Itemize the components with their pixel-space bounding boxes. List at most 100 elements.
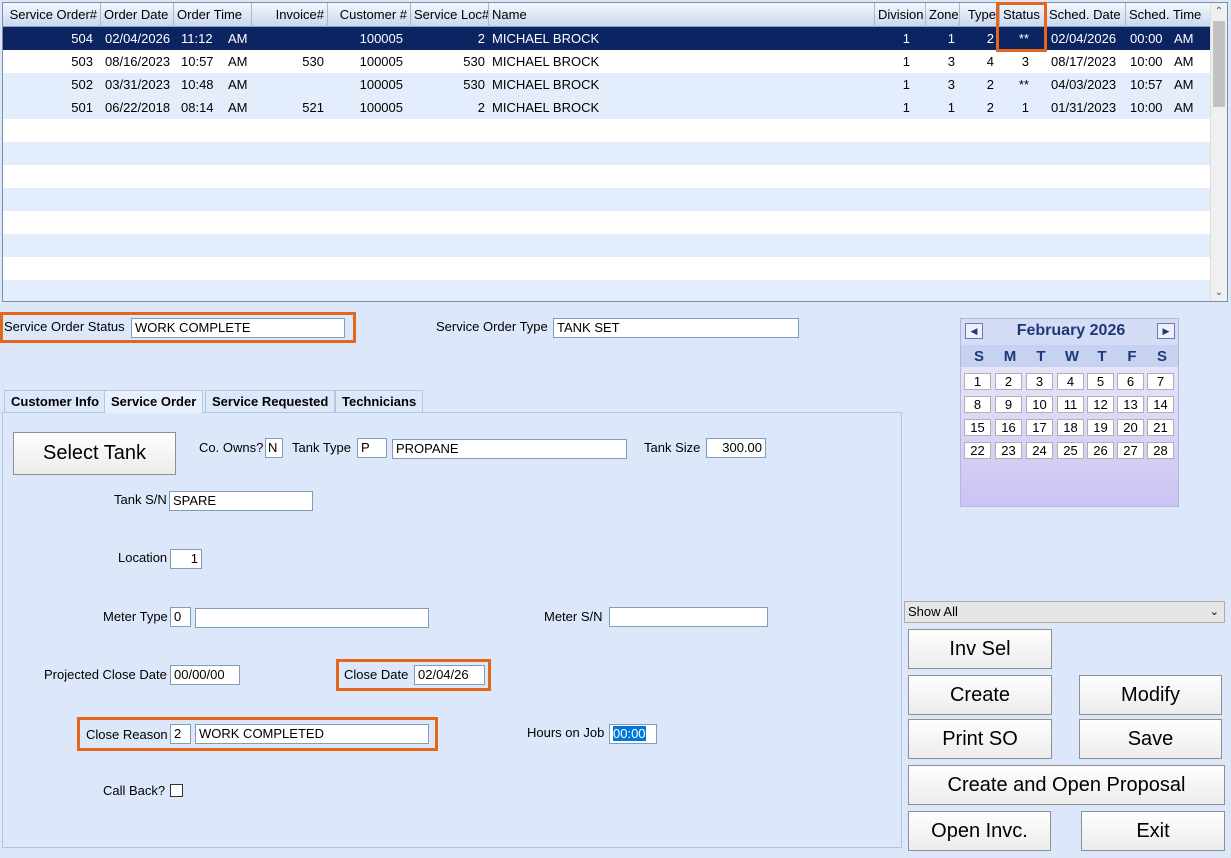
calendar-day[interactable]: 5: [1087, 373, 1114, 390]
co-owns-field[interactable]: N: [265, 438, 283, 458]
print-so-button[interactable]: Print SO: [908, 719, 1052, 759]
col-name[interactable]: Name: [489, 3, 875, 27]
cell-invoice: 521: [302, 100, 324, 115]
tank-type-name-field[interactable]: PROPANE: [392, 439, 627, 459]
tank-type-label: Tank Type: [292, 440, 352, 455]
chevron-down-icon: ⌄: [1209, 606, 1219, 618]
tab-service-requested[interactable]: Service Requested: [205, 390, 336, 412]
col-division[interactable]: Division: [875, 3, 926, 27]
calendar-day[interactable]: 4: [1057, 373, 1084, 390]
col-customer[interactable]: Customer #: [328, 3, 411, 27]
calendar-day[interactable]: 21: [1147, 419, 1174, 436]
calendar-day[interactable]: 6: [1117, 373, 1144, 390]
calendar-day[interactable]: 28: [1147, 442, 1174, 459]
col-service-loc[interactable]: Service Loc#: [411, 3, 489, 27]
col-order-time[interactable]: Order Time: [174, 3, 252, 27]
calendar-day[interactable]: 26: [1087, 442, 1114, 459]
scroll-up-icon[interactable]: ⌃: [1211, 3, 1227, 20]
service-order-type-field[interactable]: TANK SET: [553, 318, 799, 338]
cell-sched-date: 02/04/2026: [1051, 31, 1117, 46]
table-row[interactable]: 502 03/31/2023 10:48 AM 100005 530 MICHA…: [3, 73, 1211, 96]
calendar-day[interactable]: 18: [1057, 419, 1084, 436]
open-invc-button[interactable]: Open Invc.: [908, 811, 1051, 851]
col-zone[interactable]: Zone: [926, 3, 960, 27]
service-order-status-field[interactable]: WORK COMPLETE: [131, 318, 345, 338]
calendar-day[interactable]: 22: [964, 442, 991, 459]
calendar-day[interactable]: 10: [1026, 396, 1053, 413]
tank-size-field[interactable]: 300.00: [706, 438, 766, 458]
calendar-day[interactable]: 9: [995, 396, 1022, 413]
cell-date: 06/22/2018: [105, 100, 171, 115]
exit-button[interactable]: Exit: [1081, 811, 1225, 851]
inv-sel-button[interactable]: Inv Sel: [908, 629, 1052, 669]
co-owns-label: Co. Owns?: [199, 440, 264, 455]
calendar-day[interactable]: 8: [964, 396, 991, 413]
meter-sn-field[interactable]: [609, 607, 768, 627]
hours-on-job-field[interactable]: 00:00: [609, 724, 657, 744]
show-filter-select[interactable]: Show All ⌄: [904, 601, 1225, 623]
calendar-day[interactable]: 25: [1057, 442, 1084, 459]
grid-scrollbar[interactable]: ⌃ ⌄: [1210, 3, 1227, 301]
col-sched-date[interactable]: Sched. Date: [1046, 3, 1126, 27]
cell-sched-date: 01/31/2023: [1051, 100, 1117, 115]
save-button[interactable]: Save: [1079, 719, 1222, 759]
create-button[interactable]: Create: [908, 675, 1052, 715]
calendar-day[interactable]: 3: [1026, 373, 1053, 390]
calendar-day[interactable]: 12: [1087, 396, 1114, 413]
call-back-checkbox[interactable]: [170, 784, 183, 797]
calendar-day[interactable]: 11: [1057, 396, 1084, 413]
close-date-field[interactable]: 02/04/26: [414, 665, 485, 685]
scroll-thumb[interactable]: [1213, 21, 1225, 107]
calendar-day[interactable]: 27: [1117, 442, 1144, 459]
cell-zone: 1: [947, 100, 955, 115]
calendar-day[interactable]: 17: [1026, 419, 1053, 436]
weekday-label: T: [1097, 348, 1107, 365]
col-sched-time[interactable]: Sched. Time: [1126, 3, 1211, 27]
table-row[interactable]: 503 08/16/2023 10:57 AM 530 100005 530 M…: [3, 50, 1211, 73]
meter-type-name-field[interactable]: [195, 608, 429, 628]
close-reason-code-field[interactable]: 2: [170, 724, 191, 744]
projected-close-date-field[interactable]: 00/00/00: [170, 665, 240, 685]
service-order-status-label: Service Order Status: [4, 319, 125, 334]
col-service-order[interactable]: Service Order#: [3, 3, 101, 27]
calendar-day[interactable]: 15: [964, 419, 991, 436]
calendar-day[interactable]: 7: [1147, 373, 1174, 390]
cell-sched-time: 00:00: [1130, 31, 1163, 46]
create-open-proposal-button[interactable]: Create and Open Proposal: [908, 765, 1225, 805]
scroll-down-icon[interactable]: ⌄: [1211, 284, 1227, 301]
tab-service-order[interactable]: Service Order: [104, 390, 204, 413]
calendar-day[interactable]: 16: [995, 419, 1022, 436]
cell-name: MICHAEL BROCK: [492, 77, 600, 92]
col-order-date[interactable]: Order Date: [101, 3, 174, 27]
col-type[interactable]: Type: [960, 3, 1000, 27]
next-month-icon[interactable]: ▶: [1157, 323, 1175, 339]
empty-row: [3, 165, 1211, 188]
calendar-day[interactable]: 23: [995, 442, 1022, 459]
calendar-day[interactable]: 14: [1147, 396, 1174, 413]
calendar-day[interactable]: 1: [964, 373, 991, 390]
select-tank-button[interactable]: Select Tank: [13, 432, 176, 475]
tank-sn-field[interactable]: SPARE: [169, 491, 313, 511]
location-field[interactable]: 1: [170, 549, 202, 569]
hours-on-job-value: 00:00: [613, 726, 646, 741]
tank-type-code-field[interactable]: P: [357, 438, 387, 458]
calendar-month: February 2026: [1016, 322, 1126, 339]
calendar-day[interactable]: 20: [1117, 419, 1144, 436]
empty-row: [3, 119, 1211, 142]
calendar-day[interactable]: 24: [1026, 442, 1053, 459]
calendar-day[interactable]: 19: [1087, 419, 1114, 436]
tab-technicians[interactable]: Technicians: [335, 390, 424, 412]
calendar-day[interactable]: 2: [995, 373, 1022, 390]
tab-customer-info[interactable]: Customer Info: [4, 390, 107, 412]
cell-so: 503: [71, 54, 93, 69]
close-reason-name-field[interactable]: WORK COMPLETED: [195, 724, 429, 744]
meter-type-code-field[interactable]: 0: [170, 607, 191, 627]
cell-type: 2: [986, 31, 994, 46]
cell-status: 1: [1021, 100, 1029, 115]
modify-button[interactable]: Modify: [1079, 675, 1222, 715]
calendar-day[interactable]: 13: [1117, 396, 1144, 413]
prev-month-icon[interactable]: ◀: [965, 323, 983, 339]
projected-close-date-label: Projected Close Date: [44, 667, 167, 682]
col-invoice[interactable]: Invoice#: [252, 3, 328, 27]
table-row[interactable]: 501 06/22/2018 08:14 AM 521 100005 2 MIC…: [3, 96, 1211, 119]
